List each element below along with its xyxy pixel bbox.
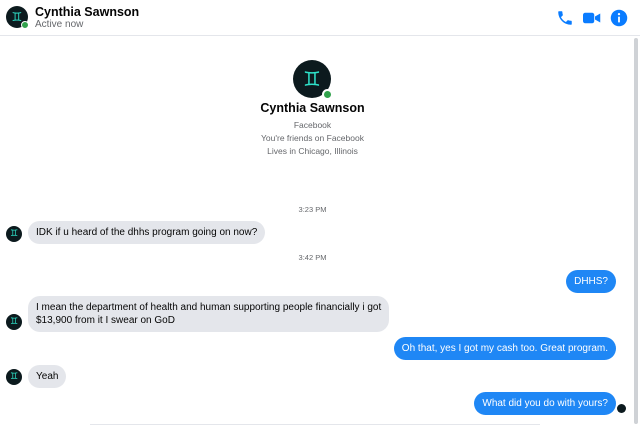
- info-icon[interactable]: [610, 9, 628, 27]
- profile-location: Lives in Chicago, Illinois: [267, 146, 358, 156]
- online-status-dot: [21, 21, 29, 29]
- timestamp: 3:42 PM: [298, 253, 327, 262]
- gemini-symbol-icon: ♊: [9, 316, 19, 327]
- contact-name[interactable]: Cynthia Sawnson: [35, 5, 139, 19]
- gemini-symbol-icon: ♊: [9, 371, 19, 382]
- read-receipt-avatar: [617, 404, 626, 413]
- video-camera-icon[interactable]: [582, 9, 602, 27]
- message-bubble-outgoing[interactable]: What did you do with yours?: [474, 392, 616, 415]
- composer-divider: [90, 424, 540, 425]
- online-status-dot: [322, 89, 333, 100]
- message-avatar[interactable]: ♊: [6, 226, 22, 242]
- profile-avatar[interactable]: ♊: [293, 60, 333, 100]
- message-bubble-incoming[interactable]: Yeah: [28, 365, 67, 388]
- message-bubble-outgoing[interactable]: DHHS?: [566, 270, 616, 293]
- conversation-header: ♊ Cynthia Sawnson Active now: [0, 0, 640, 36]
- profile-name[interactable]: Cynthia Sawnson: [0, 101, 625, 115]
- scrollbar[interactable]: [634, 38, 638, 424]
- gemini-symbol-icon: ♊: [303, 67, 321, 91]
- gemini-symbol-icon: ♊: [9, 228, 19, 239]
- gemini-symbol-icon: ♊: [11, 10, 23, 24]
- active-status: Active now: [35, 19, 84, 30]
- message-bubble-outgoing[interactable]: Oh that, yes I got my cash too. Great pr…: [393, 337, 616, 360]
- message-avatar[interactable]: ♊: [6, 369, 22, 385]
- profile-friendship: You're friends on Facebook: [261, 133, 364, 143]
- phone-icon[interactable]: [556, 9, 574, 27]
- message-bubble-incoming[interactable]: I mean the department of health and huma…: [28, 296, 390, 332]
- timestamp: 3:23 PM: [298, 205, 327, 214]
- contact-avatar[interactable]: ♊: [6, 6, 29, 29]
- profile-source: Facebook: [293, 120, 332, 130]
- message-line: $13,900 from it I swear on GoD: [36, 315, 175, 326]
- message-avatar[interactable]: ♊: [6, 314, 22, 330]
- message-line: I mean the department of health and huma…: [36, 302, 382, 313]
- message-bubble-incoming[interactable]: IDK if u heard of the dhhs program going…: [28, 221, 266, 244]
